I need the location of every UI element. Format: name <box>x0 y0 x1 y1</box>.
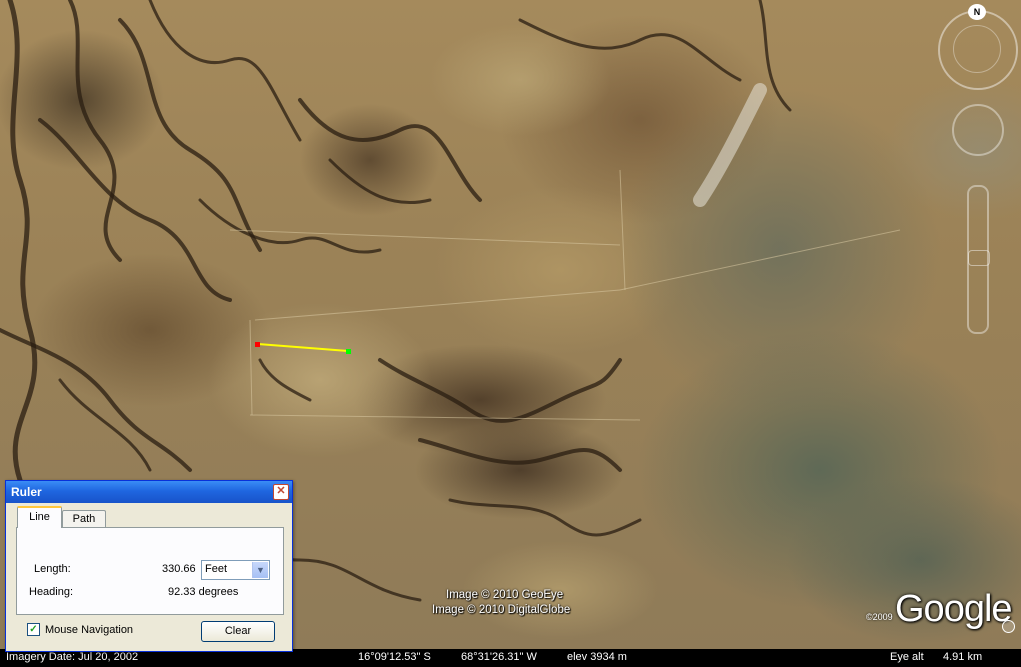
mouse-navigation-checkbox[interactable]: ✓ <box>27 623 40 636</box>
heading-label: Heading: <box>29 586 74 598</box>
heading-value: 92.33 degrees <box>168 586 239 598</box>
length-value: 330.66 <box>162 563 196 575</box>
tab-line[interactable]: Line <box>17 506 62 528</box>
zoom-slider-thumb[interactable] <box>968 250 990 266</box>
clear-button[interactable]: Clear <box>201 621 275 642</box>
imagery-date: Imagery Date: Jul 20, 2002 <box>6 651 139 663</box>
google-copyright-year: ©2009 <box>866 612 893 622</box>
chevron-down-icon[interactable]: ▼ <box>252 562 268 578</box>
small-compass-icon <box>1002 620 1015 633</box>
move-joystick-icon[interactable] <box>952 104 1004 156</box>
latitude-readout: 16°09'12.53" S <box>358 651 431 663</box>
look-joystick-inner <box>953 25 1001 73</box>
length-label: Length: <box>34 563 71 575</box>
units-select-value: Feet <box>205 563 228 575</box>
ruler-title-bar[interactable]: Ruler ✕ <box>6 481 292 503</box>
eye-alt-label: Eye alt <box>890 651 924 663</box>
ruler-measure-line <box>257 343 349 352</box>
imagery-credit-geoeye: Image © 2010 GeoEye <box>446 589 564 601</box>
units-select[interactable]: Feet ▼ <box>201 560 270 580</box>
eye-alt-value: 4.91 km <box>943 651 983 663</box>
tab-path[interactable]: Path <box>62 510 106 527</box>
ruler-end-point <box>346 349 351 354</box>
imagery-credit-digitalglobe: Image © 2010 DigitalGlobe <box>432 604 571 616</box>
mouse-navigation-label: Mouse Navigation <box>45 624 134 636</box>
close-icon[interactable]: ✕ <box>273 484 289 500</box>
ruler-title: Ruler <box>11 485 42 499</box>
elevation-readout: elev 3934 m <box>567 651 627 663</box>
google-logo: Google <box>895 588 1013 630</box>
ruler-start-point <box>255 342 260 347</box>
north-compass-icon[interactable]: N <box>968 4 986 20</box>
longitude-readout: 68°31'26.31" W <box>461 651 537 663</box>
ruler-dialog: Ruler ✕ Line Path Length: 330.66 Feet ▼ … <box>5 480 293 652</box>
